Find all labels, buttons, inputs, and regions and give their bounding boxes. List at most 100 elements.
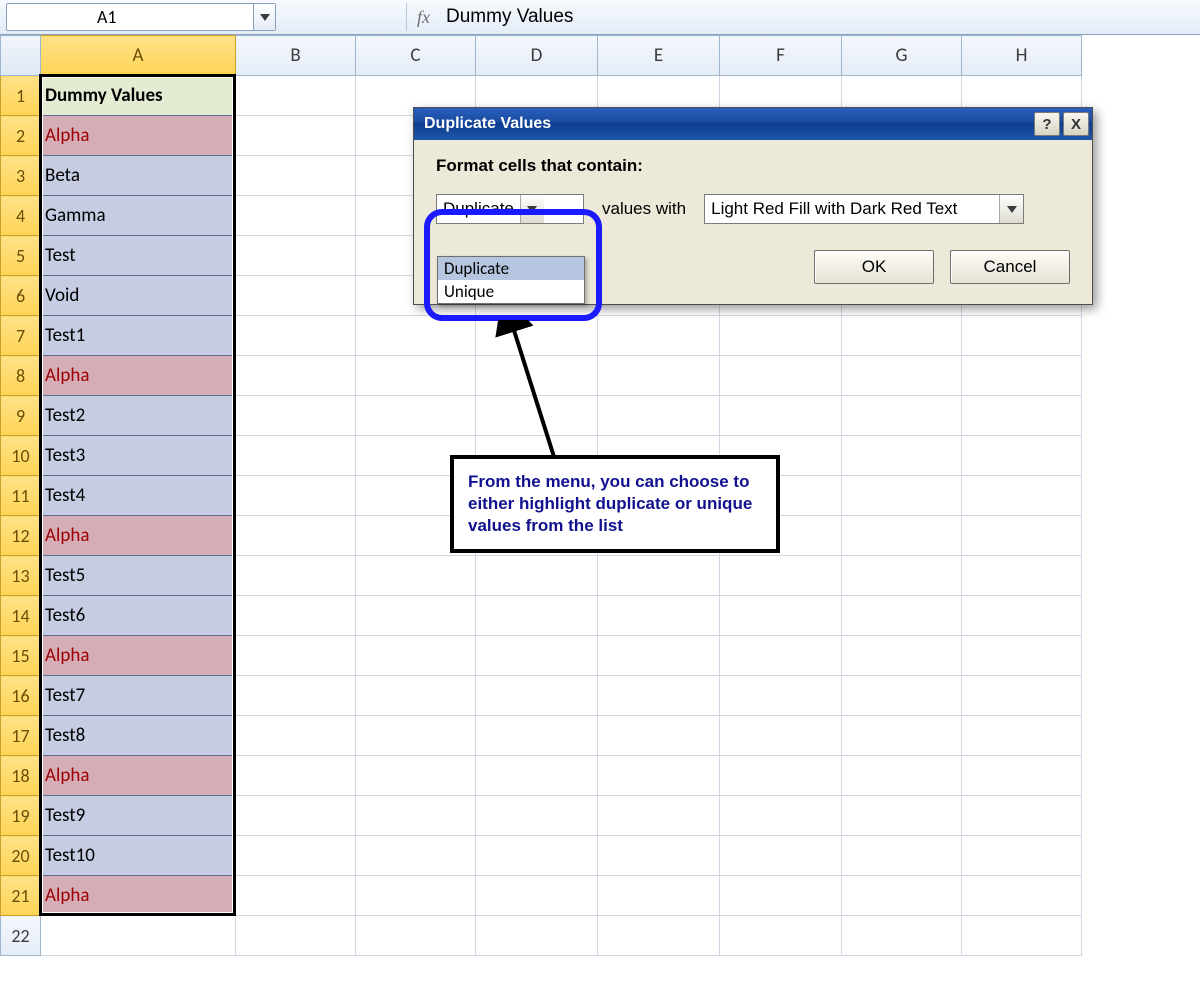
cell-B3[interactable] (236, 156, 356, 196)
cell-G22[interactable] (842, 916, 962, 956)
duplicate-mode-dropdown-list[interactable]: Duplicate Unique (437, 256, 585, 304)
cell-F14[interactable] (720, 596, 842, 636)
dropdown-toggle-button[interactable] (999, 195, 1023, 223)
dropdown-option-duplicate[interactable]: Duplicate (438, 257, 584, 280)
cell-C16[interactable] (356, 676, 476, 716)
cell-D19[interactable] (476, 796, 598, 836)
cell-D17[interactable] (476, 716, 598, 756)
column-header-H[interactable]: H (962, 36, 1082, 76)
cell-C19[interactable] (356, 796, 476, 836)
cell-C22[interactable] (356, 916, 476, 956)
cell-G17[interactable] (842, 716, 962, 756)
row-header-21[interactable]: 21 (1, 876, 41, 916)
cell-G14[interactable] (842, 596, 962, 636)
cell-H8[interactable] (962, 356, 1082, 396)
column-header-E[interactable]: E (598, 36, 720, 76)
cell-D22[interactable] (476, 916, 598, 956)
cell-G18[interactable] (842, 756, 962, 796)
cell-B2[interactable] (236, 116, 356, 156)
cell-E16[interactable] (598, 676, 720, 716)
cell-D16[interactable] (476, 676, 598, 716)
help-button[interactable]: ? (1034, 112, 1060, 136)
cell-B20[interactable] (236, 836, 356, 876)
cell-D13[interactable] (476, 556, 598, 596)
cell-F22[interactable] (720, 916, 842, 956)
cell-D7[interactable] (476, 316, 598, 356)
row-header-1[interactable]: 1 (1, 76, 41, 116)
cell-B11[interactable] (236, 476, 356, 516)
cell-F20[interactable] (720, 836, 842, 876)
cell-F16[interactable] (720, 676, 842, 716)
cell-G7[interactable] (842, 316, 962, 356)
cell-G9[interactable] (842, 396, 962, 436)
cell-A8[interactable]: Alpha (41, 356, 236, 396)
cell-H21[interactable] (962, 876, 1082, 916)
cell-F21[interactable] (720, 876, 842, 916)
cell-E21[interactable] (598, 876, 720, 916)
cell-F19[interactable] (720, 796, 842, 836)
cell-H14[interactable] (962, 596, 1082, 636)
cell-B18[interactable] (236, 756, 356, 796)
cell-F8[interactable] (720, 356, 842, 396)
column-header-G[interactable]: G (842, 36, 962, 76)
cell-C20[interactable] (356, 836, 476, 876)
cell-E9[interactable] (598, 396, 720, 436)
cell-H11[interactable] (962, 476, 1082, 516)
cell-B6[interactable] (236, 276, 356, 316)
cell-C13[interactable] (356, 556, 476, 596)
cell-C8[interactable] (356, 356, 476, 396)
cell-C21[interactable] (356, 876, 476, 916)
row-header-3[interactable]: 3 (1, 156, 41, 196)
cell-H17[interactable] (962, 716, 1082, 756)
cell-C7[interactable] (356, 316, 476, 356)
row-header-6[interactable]: 6 (1, 276, 41, 316)
cell-A5[interactable]: Test (41, 236, 236, 276)
cell-A11[interactable]: Test4 (41, 476, 236, 516)
row-header-19[interactable]: 19 (1, 796, 41, 836)
cell-C17[interactable] (356, 716, 476, 756)
cell-C18[interactable] (356, 756, 476, 796)
row-header-20[interactable]: 20 (1, 836, 41, 876)
cell-B8[interactable] (236, 356, 356, 396)
cell-B14[interactable] (236, 596, 356, 636)
cell-B22[interactable] (236, 916, 356, 956)
column-header-C[interactable]: C (356, 36, 476, 76)
row-header-10[interactable]: 10 (1, 436, 41, 476)
cell-G13[interactable] (842, 556, 962, 596)
row-header-4[interactable]: 4 (1, 196, 41, 236)
row-header-17[interactable]: 17 (1, 716, 41, 756)
cell-B19[interactable] (236, 796, 356, 836)
row-header-8[interactable]: 8 (1, 356, 41, 396)
cell-A10[interactable]: Test3 (41, 436, 236, 476)
cell-B17[interactable] (236, 716, 356, 756)
row-header-13[interactable]: 13 (1, 556, 41, 596)
cell-A13[interactable]: Test5 (41, 556, 236, 596)
cell-H20[interactable] (962, 836, 1082, 876)
cell-F17[interactable] (720, 716, 842, 756)
cell-A16[interactable]: Test7 (41, 676, 236, 716)
cell-B15[interactable] (236, 636, 356, 676)
row-header-12[interactable]: 12 (1, 516, 41, 556)
cell-E19[interactable] (598, 796, 720, 836)
cell-G11[interactable] (842, 476, 962, 516)
cell-A7[interactable]: Test1 (41, 316, 236, 356)
cell-G20[interactable] (842, 836, 962, 876)
cell-B16[interactable] (236, 676, 356, 716)
cell-F13[interactable] (720, 556, 842, 596)
row-header-11[interactable]: 11 (1, 476, 41, 516)
cell-G21[interactable] (842, 876, 962, 916)
cell-E8[interactable] (598, 356, 720, 396)
name-box[interactable]: A1 (6, 3, 276, 31)
cancel-button[interactable]: Cancel (950, 250, 1070, 284)
select-all-corner[interactable] (1, 36, 41, 76)
cell-A17[interactable]: Test8 (41, 716, 236, 756)
cell-A14[interactable]: Test6 (41, 596, 236, 636)
cell-E14[interactable] (598, 596, 720, 636)
cell-A21[interactable]: Alpha (41, 876, 236, 916)
cell-H7[interactable] (962, 316, 1082, 356)
cell-A4[interactable]: Gamma (41, 196, 236, 236)
cell-B5[interactable] (236, 236, 356, 276)
cell-F9[interactable] (720, 396, 842, 436)
cell-G15[interactable] (842, 636, 962, 676)
cell-H15[interactable] (962, 636, 1082, 676)
